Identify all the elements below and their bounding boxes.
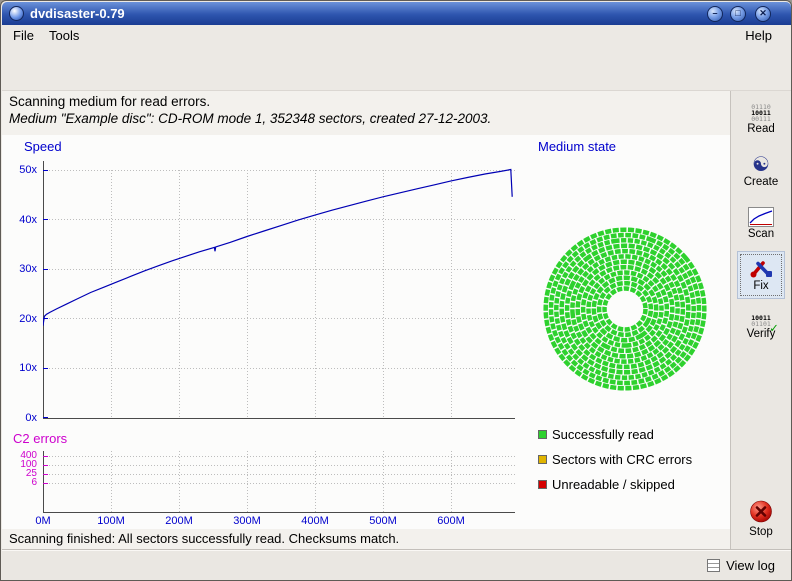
footer-bar: View log [2, 549, 791, 580]
create-button[interactable]: ☯ Create [737, 147, 785, 195]
app-icon [9, 6, 24, 21]
stop-icon [748, 499, 774, 525]
speed-ytick: 20x [3, 313, 37, 325]
app-window: dvdisaster-0.79 – □ ✕ File Tools Help Op… [0, 0, 792, 581]
x-tick: 400M [293, 515, 337, 527]
medium-state-disc [540, 224, 710, 394]
c2-chart-title: C2 errors [13, 431, 67, 446]
view-log-icon [707, 559, 720, 572]
menubar: File Tools Help [2, 25, 791, 47]
legend-label-crc: Sectors with CRC errors [552, 452, 692, 467]
c2-errors-chart [43, 451, 515, 513]
x-tick: 100M [89, 515, 133, 527]
speed-curve [43, 170, 512, 326]
minimize-button[interactable]: – [707, 6, 723, 22]
verify-button[interactable]: 10011 01101 ✓ Verify [737, 303, 785, 351]
speed-ytick: 10x [3, 362, 37, 374]
menu-help[interactable]: Help [736, 25, 781, 46]
check-icon: ✓ [770, 326, 778, 332]
x-tick: 500M [361, 515, 405, 527]
view-log-button[interactable]: View log [726, 558, 775, 573]
x-tick: 0M [21, 515, 65, 527]
fix-icon [748, 259, 774, 279]
scan-button[interactable]: Scan [737, 199, 785, 247]
menu-tools[interactable]: Tools [40, 25, 88, 46]
legend-swatch-crc [538, 455, 547, 464]
window-title: dvdisaster-0.79 [30, 6, 125, 21]
legend-swatch-read [538, 430, 547, 439]
legend-label-unreadable: Unreadable / skipped [552, 477, 675, 492]
scan-result-message: Scanning finished: All sectors successfu… [9, 531, 399, 546]
x-tick: 600M [429, 515, 473, 527]
x-tick: 200M [157, 515, 201, 527]
scan-icon [748, 207, 774, 227]
maximize-button[interactable]: □ [730, 6, 746, 22]
read-icon: 01110 10011 00111 [751, 104, 771, 122]
speed-ytick: 30x [3, 263, 37, 275]
legend-swatch-unreadable [538, 480, 547, 489]
close-button[interactable]: ✕ [755, 6, 771, 22]
medium-info: Medium "Example disc": CD-ROM mode 1, 35… [9, 111, 491, 126]
speed-chart [43, 161, 515, 419]
c2-ytick: 6 [3, 478, 37, 488]
yin-yang-icon: ☯ [752, 155, 770, 175]
speed-chart-title: Speed [24, 139, 62, 154]
titlebar: dvdisaster-0.79 – □ ✕ [2, 2, 791, 25]
speed-ytick: 40x [3, 214, 37, 226]
x-tick: 300M [225, 515, 269, 527]
toolbar: Optical drive 52X FW 1.02 ▼ 10011 01101 … [2, 47, 791, 91]
menu-file[interactable]: File [4, 25, 43, 46]
fix-button[interactable]: Fix [737, 251, 785, 299]
read-button[interactable]: 01110 10011 00111 Read [737, 95, 785, 143]
stop-button[interactable]: Stop [737, 493, 785, 543]
verify-icon: 10011 01101 ✓ [751, 315, 771, 327]
legend-label-read: Successfully read [552, 427, 654, 442]
medium-state-title: Medium state [538, 139, 616, 154]
speed-ytick: 0x [3, 412, 37, 424]
status-headline: Scanning medium for read errors. [9, 94, 210, 109]
speed-ytick: 50x [3, 164, 37, 176]
